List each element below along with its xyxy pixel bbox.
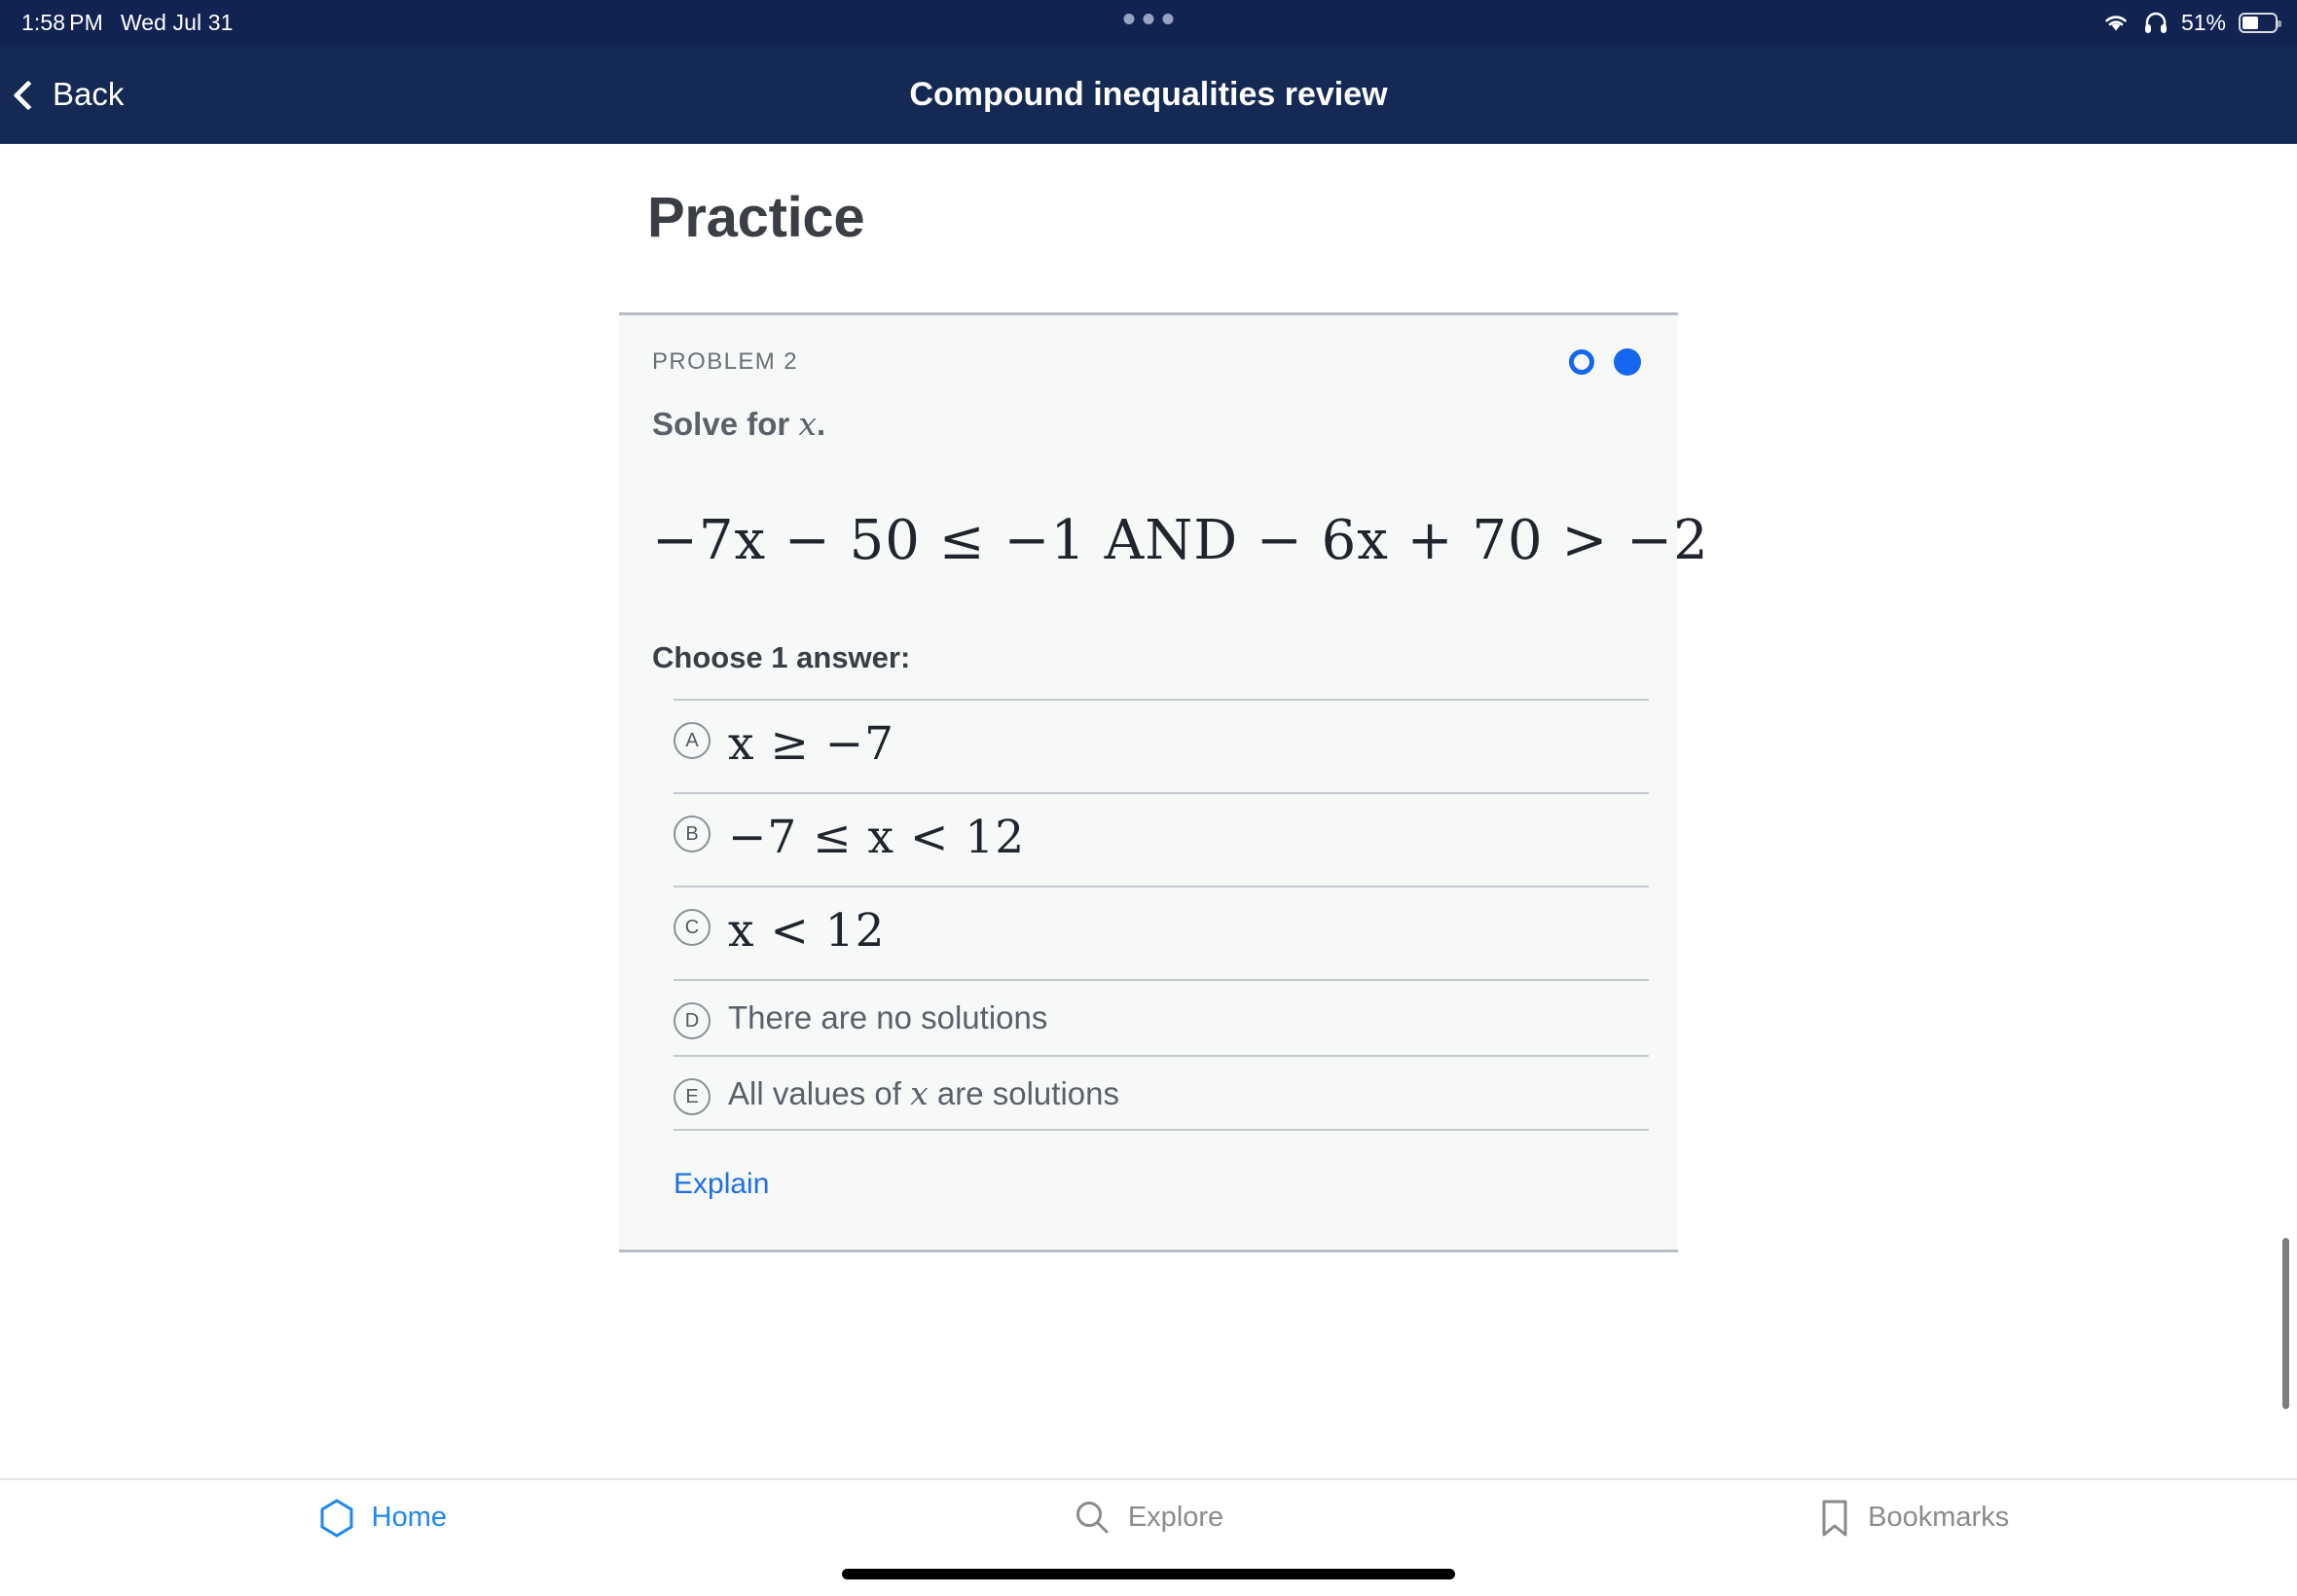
answer-option-text: There are no solutions bbox=[728, 999, 1048, 1035]
tab-home[interactable]: Home bbox=[0, 1480, 766, 1596]
problem-label: PROBLEM 2 bbox=[652, 348, 798, 375]
answer-option-letter-c: C bbox=[674, 909, 711, 946]
answer-option-math: x ≥ −7 bbox=[728, 716, 895, 771]
status-bar-left: 1:58 PM Wed Jul 31 bbox=[21, 0, 234, 45]
answer-option-math: −7 ≤ x < 12 bbox=[728, 810, 1026, 864]
status-bar: 1:58 PM Wed Jul 31 51% bbox=[0, 0, 2297, 45]
answer-option-letter-b: B bbox=[674, 816, 711, 852]
page-header-title: Compound inequalities review bbox=[909, 75, 1388, 113]
answer-option-letter-d: D bbox=[674, 1002, 711, 1039]
status-time-ampm: PM bbox=[69, 9, 103, 35]
tab-explore-label: Explore bbox=[1127, 1502, 1224, 1533]
dot bbox=[1143, 14, 1154, 24]
nav-bar: Back Compound inequalities review bbox=[0, 45, 2297, 144]
search-icon bbox=[1076, 1501, 1109, 1533]
problem-equation: −7x − 50 ≤ −1 AND − 6x + 70 > −2 bbox=[652, 509, 1709, 572]
answer-option-letter-a: A bbox=[674, 722, 711, 759]
explain-link[interactable]: Explain bbox=[652, 1131, 1645, 1250]
bottom-tab-bar: Home Explore Bookmarks bbox=[0, 1478, 2297, 1596]
battery-percent: 51% bbox=[2180, 9, 2226, 35]
page-title: Practice bbox=[647, 186, 865, 249]
problem-prompt: Solve for x. bbox=[652, 405, 1645, 443]
prompt-prefix: Solve for bbox=[652, 406, 799, 442]
prompt-variable: x bbox=[798, 405, 817, 443]
answer-option-letter-e: E bbox=[674, 1078, 711, 1115]
choose-answer-label: Choose 1 answer: bbox=[652, 640, 911, 674]
problem-dot-1[interactable] bbox=[1569, 349, 1594, 375]
status-date: Wed Jul 31 bbox=[120, 9, 234, 35]
battery-level bbox=[2242, 16, 2259, 29]
problem-header: PROBLEM 2 bbox=[652, 348, 1645, 376]
content-area: Practice PROBLEM 2 Solve for x. −7x − 50… bbox=[0, 144, 2297, 1477]
prompt-suffix: . bbox=[817, 406, 826, 442]
answer-option-c[interactable]: Cx < 12 bbox=[674, 886, 1649, 979]
status-time-value: 1:58 bbox=[21, 9, 66, 35]
answer-option-a[interactable]: Ax ≥ −7 bbox=[674, 699, 1649, 792]
answer-option-b[interactable]: B −7 ≤ x < 12 bbox=[674, 792, 1649, 886]
answer-option-e[interactable]: E All values of x are solutions bbox=[674, 1055, 1649, 1131]
three-dots-icon bbox=[1123, 14, 1174, 24]
answer-options-list: Ax ≥ −7 B −7 ≤ x < 12 Cx < 12 D There are no … bbox=[674, 699, 1649, 1131]
tab-home-label: Home bbox=[371, 1502, 448, 1533]
problem-dot-2[interactable] bbox=[1614, 348, 1641, 376]
status-time: 1:58 PM bbox=[21, 10, 103, 36]
vertical-scrollbar[interactable] bbox=[2282, 1238, 2289, 1409]
wifi-icon bbox=[2105, 16, 2127, 31]
dot bbox=[1123, 14, 1135, 24]
answer-option-math: x < 12 bbox=[728, 903, 886, 958]
answer-option-d[interactable]: D There are no solutions bbox=[674, 979, 1649, 1055]
home-indicator bbox=[842, 1569, 1455, 1579]
tab-bookmarks[interactable]: Bookmarks bbox=[1531, 1480, 2297, 1596]
headphones-icon bbox=[2144, 12, 2167, 33]
tab-bookmarks-label: Bookmarks bbox=[1868, 1502, 2010, 1533]
bookmark-icon bbox=[1822, 1500, 1847, 1536]
dot bbox=[1162, 14, 1174, 24]
answer-option-text: All values of x are solutions bbox=[728, 1073, 1119, 1112]
problem-card: PROBLEM 2 Solve for x. −7x − 50 ≤ −1 AND… bbox=[619, 312, 1709, 1252]
problem-progress-dots bbox=[1569, 348, 1645, 376]
status-bar-right: 51% bbox=[2101, 0, 2281, 45]
hexagon-icon bbox=[320, 1498, 353, 1538]
battery-icon bbox=[2239, 12, 2281, 33]
